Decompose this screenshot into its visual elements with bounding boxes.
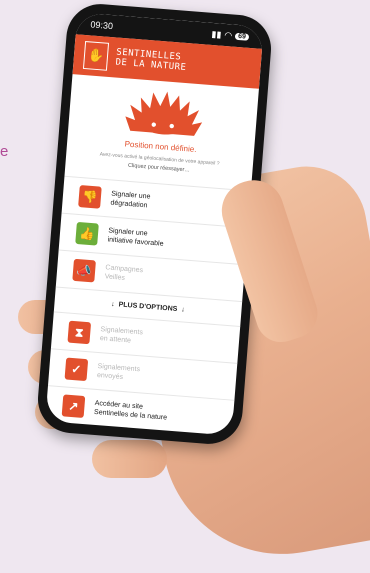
more-options-label: PLUS D'OPTIONS [118, 300, 178, 313]
background-text: e [0, 143, 9, 160]
menu-item-label: Accéder au site Sentinelles de la nature [93, 399, 168, 422]
menu-item-label: Signalements envoyés [96, 362, 141, 381]
thumbs-down-icon: 👎 [78, 185, 102, 209]
status-icons: ▮▮ ◠ 69 [211, 28, 250, 42]
hourglass-icon: ⧗ [67, 320, 92, 345]
status-time: 09:30 [90, 19, 114, 32]
menu-item-label: Signaler une initiative favorable [107, 227, 164, 248]
hedgehog-icon [124, 91, 202, 136]
finger [92, 440, 167, 478]
thumbs-up-icon: 👍 [75, 221, 99, 246]
battery-icon: 69 [234, 32, 250, 41]
menu-item-label: Signalements en attente [99, 326, 144, 345]
logo-icon: ✋ [82, 40, 110, 71]
wifi-icon: ◠ [224, 29, 233, 41]
arrow-down-icon: ↓ [181, 305, 186, 314]
app-title: SENTINELLES DE LA NATURE [115, 47, 187, 73]
menu-item-label: Campagnes Veilles [104, 264, 144, 282]
main-menu: 👎 Signaler une dégradation 👍 Signaler une… [45, 175, 251, 436]
signal-icon: ▮▮ [211, 28, 222, 40]
position-panel: Position non définie. Avez-vous activé l… [65, 74, 258, 178]
megaphone-icon: 📣 [72, 258, 96, 283]
external-link-icon: ↗ [61, 394, 86, 419]
arrow-down-icon: ↓ [110, 300, 115, 308]
check-icon: ✓ [64, 357, 89, 382]
menu-item-label: Signaler une dégradation [110, 190, 151, 210]
